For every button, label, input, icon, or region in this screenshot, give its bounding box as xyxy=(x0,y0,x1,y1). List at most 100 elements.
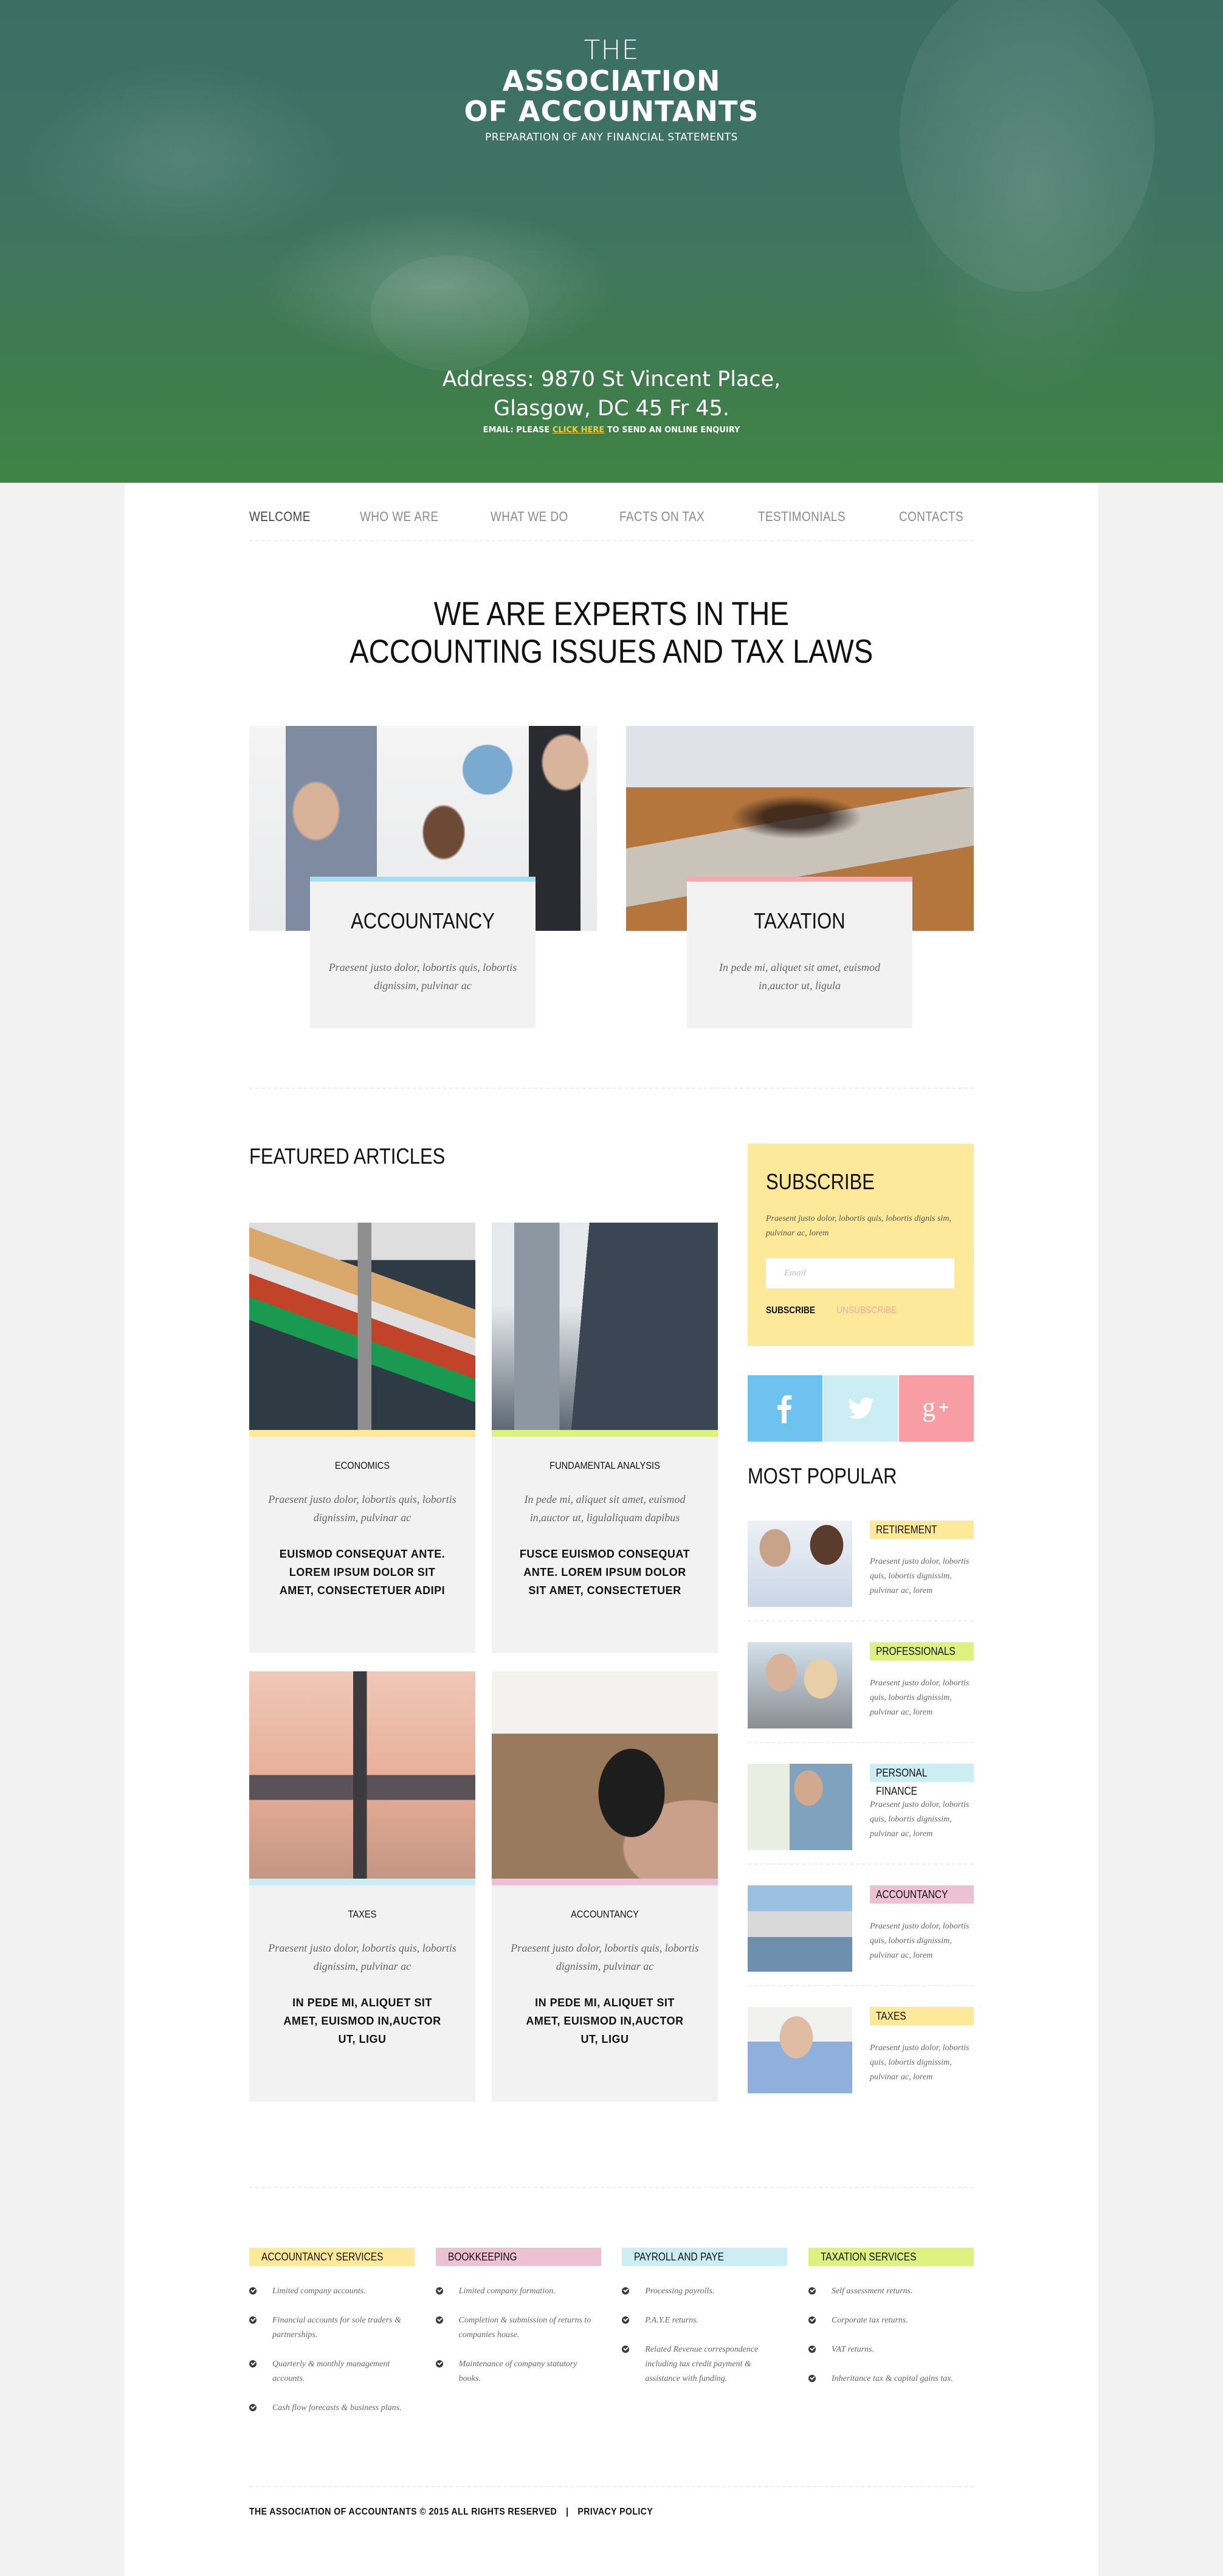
email-input[interactable] xyxy=(766,1258,954,1288)
popular-tag[interactable]: PERSONAL FINANCE xyxy=(870,1764,974,1797)
footer-column-heading: ACCOUNTANCY SERVICES xyxy=(249,2248,415,2266)
popular-thumbnail[interactable] xyxy=(748,1521,852,1607)
article-card[interactable]: ECONOMICS Praesent justo dolor, lobortis… xyxy=(249,1223,475,1653)
popular-tag[interactable]: ACCOUNTANCY xyxy=(870,1885,974,1904)
article-title-link[interactable]: IN PEDE MI, ALIQUET SIT AMET, EUISMOD IN… xyxy=(492,1994,718,2048)
popular-item[interactable]: TAXES Praesent justo dolor, lobortis qui… xyxy=(748,2007,974,2107)
footer-list-text: Corporate tax returns. xyxy=(831,2316,908,2325)
check-circle-icon xyxy=(249,2360,257,2367)
click-here-link[interactable]: CLICK HERE xyxy=(553,426,604,435)
twitter-button[interactable] xyxy=(823,1375,898,1442)
social-links: g xyxy=(748,1375,974,1442)
popular-text: Praesent justo dolor, lobortis quis, lob… xyxy=(870,1557,970,1595)
footer-column-heading: PAYROLL AND PAYE xyxy=(622,2248,788,2266)
nav-welcome[interactable]: WELCOME xyxy=(249,509,311,525)
popular-body: ACCOUNTANCY Praesent justo dolor, lobort… xyxy=(870,1885,974,1972)
google-plus-button[interactable]: g xyxy=(899,1375,974,1442)
article-image[interactable] xyxy=(249,1671,475,1885)
popular-item[interactable]: RETIREMENT Praesent justo dolor, loborti… xyxy=(748,1521,974,1621)
footer-list-item: Inheritance tax & capital gains tax. xyxy=(808,2372,974,2386)
footer-list-text: Completion & submission of returns to co… xyxy=(458,2316,591,2339)
service-card-taxation[interactable]: TAXATION In pede mi, aliquet sit amet, e… xyxy=(626,726,974,1028)
nav-testimonials[interactable]: TESTIMONIALS xyxy=(758,509,846,525)
footer-list-text: P.A.Y.E returns. xyxy=(645,2316,699,2325)
footer-list-item: Limited company formation. xyxy=(435,2284,601,2299)
article-title-link[interactable]: FUSCE EUISMOD CONSEQUAT ANTE. LOREM IPSU… xyxy=(492,1545,718,1600)
article-card[interactable]: ACCOUNTANCY Praesent justo dolor, lobort… xyxy=(492,1671,718,2102)
check-circle-icon xyxy=(808,2375,816,2382)
popular-thumbnail[interactable] xyxy=(748,1764,852,1850)
popular-item[interactable]: ACCOUNTANCY Praesent justo dolor, lobort… xyxy=(748,1885,974,1986)
popular-item[interactable]: PROFESSIONALS Praesent justo dolor, lobo… xyxy=(748,1642,974,1743)
featured-articles: FEATURED ARTICLES ECONOMICS Praesent jus… xyxy=(249,1144,720,2127)
footer-column: ACCOUNTANCY SERVICES Limited company acc… xyxy=(249,2248,415,2430)
popular-text: Praesent justo dolor, lobortis quis, lob… xyxy=(870,1679,970,1717)
article-image[interactable] xyxy=(249,1223,475,1437)
site-logo[interactable]: THE ASSOCIATION OF ACCOUNTANTS PREPARATI… xyxy=(0,35,1223,144)
service-card-body: ACCOUNTANCY Praesent justo dolor, lobort… xyxy=(310,877,536,1028)
footer-column-list: Limited company accounts. Financial accou… xyxy=(249,2284,415,2415)
check-circle-icon xyxy=(622,2316,630,2324)
footer-list-text: Related Revenue correspondence including… xyxy=(645,2345,759,2383)
footer-column: TAXATION SERVICES Self assessment return… xyxy=(808,2248,974,2430)
article-category[interactable]: ACCOUNTANCY xyxy=(508,1908,702,1921)
most-popular: MOST POPULAR RETIREMENT Praesent justo d… xyxy=(748,1463,974,2107)
article-image[interactable] xyxy=(492,1223,718,1437)
footer-column-title: ACCOUNTANCY SERVICES xyxy=(261,2251,384,2263)
popular-tag[interactable]: PROFESSIONALS xyxy=(870,1642,974,1660)
footer-list-item: Completion & submission of returns to co… xyxy=(435,2313,601,2343)
intro-heading-line-2: ACCOUNTING ISSUES AND TAX LAWS xyxy=(350,632,873,670)
copyright-bar: THE ASSOCIATION OF ACCOUNTANTS © 2015 AL… xyxy=(249,2487,974,2576)
footer-column-list: Limited company formation. Completion & s… xyxy=(435,2284,601,2386)
subscribe-actions: SUBSCRIBE UNSUBSCRIBE xyxy=(766,1305,956,1316)
article-title-link[interactable]: IN PEDE MI, ALIQUET SIT AMET, EUISMOD IN… xyxy=(249,1994,475,2048)
email-suffix: TO SEND AN ONLINE ENQUIRY xyxy=(607,426,740,435)
facebook-button[interactable] xyxy=(748,1375,822,1442)
sidebar: SUBSCRIBE Praesent justo dolor, lobortis… xyxy=(748,1144,974,2127)
popular-list: RETIREMENT Praesent justo dolor, loborti… xyxy=(748,1521,974,2107)
facebook-icon xyxy=(777,1395,792,1423)
unsubscribe-button[interactable]: UNSUBSCRIBE xyxy=(836,1305,897,1316)
footer-list-item: Quarterly & monthly management accounts. xyxy=(249,2357,415,2386)
site-tagline: PREPARATION OF ANY FINANCIAL STATEMENTS xyxy=(485,131,738,143)
footer-column-title: BOOKKEEPING xyxy=(447,2251,517,2263)
popular-thumbnail[interactable] xyxy=(748,1642,852,1728)
svg-text:g: g xyxy=(922,1392,935,1422)
popular-body: PERSONAL FINANCE Praesent justo dolor, l… xyxy=(870,1764,974,1850)
article-category[interactable]: TAXES xyxy=(265,1908,460,1921)
footer-services: ACCOUNTANCY SERVICES Limited company acc… xyxy=(249,2188,974,2487)
nav-contacts[interactable]: CONTACTS xyxy=(899,509,963,525)
popular-body: TAXES Praesent justo dolor, lobortis qui… xyxy=(870,2007,974,2093)
footer-list-item: P.A.Y.E returns. xyxy=(622,2313,787,2328)
footer-list-item: Cash flow forecasts & business plans. xyxy=(249,2401,415,2415)
popular-tag-label: TAXES xyxy=(876,2010,906,2022)
subscribe-button[interactable]: SUBSCRIBE xyxy=(766,1305,815,1316)
footer-list-item: Maintenance of company statutory books. xyxy=(435,2357,601,2386)
article-category[interactable]: FUNDAMENTAL ANALYSIS xyxy=(508,1460,702,1472)
popular-tag[interactable]: TAXES xyxy=(870,2007,974,2025)
nav-who-we-are[interactable]: WHO WE ARE xyxy=(360,509,438,525)
nav-what-we-do[interactable]: WHAT WE DO xyxy=(491,509,568,525)
service-title: ACCOUNTANCY xyxy=(351,908,495,933)
address: Address: 9870 St Vincent Place, Glasgow,… xyxy=(0,365,1223,423)
popular-heading: MOST POPULAR xyxy=(748,1463,897,1488)
article-card[interactable]: TAXES Praesent justo dolor, lobortis qui… xyxy=(249,1671,475,2102)
address-line-1: Address: 9870 St Vincent Place, xyxy=(442,367,781,392)
article-image[interactable] xyxy=(492,1671,718,1885)
popular-item[interactable]: PERSONAL FINANCE Praesent justo dolor, l… xyxy=(748,1764,974,1865)
article-category[interactable]: ECONOMICS xyxy=(265,1460,460,1472)
service-card-accountancy[interactable]: ACCOUNTANCY Praesent justo dolor, lobort… xyxy=(249,726,597,1028)
article-text: Praesent justo dolor, lobortis quis, lob… xyxy=(511,1942,699,1972)
footer-column-title: TAXATION SERVICES xyxy=(820,2251,917,2263)
article-card[interactable]: FUNDAMENTAL ANALYSIS In pede mi, aliquet… xyxy=(492,1223,718,1653)
popular-thumbnail[interactable] xyxy=(748,2007,852,2093)
privacy-policy-link[interactable]: PRIVACY POLICY xyxy=(577,2507,653,2517)
logo-line-2: OF ACCOUNTANTS xyxy=(464,95,759,128)
footer-list-text: Inheritance tax & capital gains tax. xyxy=(831,2374,953,2383)
article-title-link[interactable]: EUISMOD CONSEQUAT ANTE. LOREM IPSUM DOLO… xyxy=(249,1545,475,1600)
popular-thumbnail[interactable] xyxy=(748,1885,852,1972)
nav-facts-on-tax[interactable]: FACTS ON TAX xyxy=(619,509,705,525)
popular-tag[interactable]: RETIREMENT xyxy=(870,1521,974,1539)
featured-section: FEATURED ARTICLES ECONOMICS Praesent jus… xyxy=(249,1089,974,2188)
services-section: ACCOUNTANCY Praesent justo dolor, lobort… xyxy=(249,726,974,1089)
